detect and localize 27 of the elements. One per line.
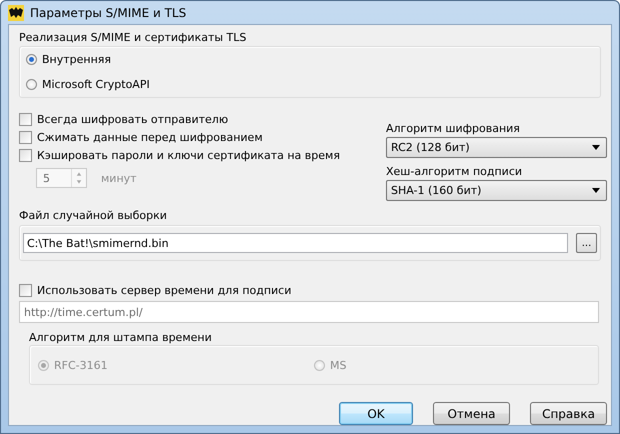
dropdown-arrow-icon <box>592 188 600 193</box>
group-label: Файл случайной выборки <box>19 209 168 223</box>
checkbox[interactable] <box>19 112 32 126</box>
radio-label[interactable]: Microsoft CryptoAPI <box>42 78 150 91</box>
dialog-button[interactable]: Отмена <box>433 402 510 425</box>
group-label: Реализация S/MIME и сертификаты TLS <box>19 31 248 45</box>
group-label: Алгоритм для штампа времени <box>29 331 213 345</box>
dropdown-arrow-icon <box>592 145 600 150</box>
browse-button[interactable]: ... <box>576 233 597 253</box>
checkbox-label[interactable]: Сжимать данные перед шифрованием <box>37 130 263 144</box>
hash-dropdown[interactable]: SHA-1 (160 бит) <box>386 180 607 201</box>
bat-logo-icon <box>8 4 24 20</box>
unit-label: минут <box>101 172 137 184</box>
checkbox[interactable] <box>19 148 32 162</box>
file-path-field[interactable]: C:\The Bat!\smimernd.bin <box>23 233 568 253</box>
radio-button[interactable] <box>26 54 37 65</box>
dialog-button[interactable]: Справка <box>530 402 607 425</box>
checkbox[interactable] <box>19 130 32 144</box>
window-title: Параметры S/MIME и TLS <box>30 6 186 20</box>
radio-label[interactable]: Внутренняя <box>42 53 112 66</box>
field-label: Хеш-алгоритм подписи <box>386 164 524 180</box>
radio-button[interactable] <box>26 79 37 90</box>
checkbox-label[interactable]: Кэшировать пароли и ключи сертификата на время <box>37 148 340 162</box>
field-label: Алгоритм шифрования <box>386 121 521 137</box>
dialog-button[interactable]: OK <box>339 402 413 425</box>
checkbox-label[interactable]: Всегда шифровать отправителю <box>37 112 228 126</box>
cipher-dropdown[interactable]: RC2 (128 бит) <box>386 137 607 158</box>
